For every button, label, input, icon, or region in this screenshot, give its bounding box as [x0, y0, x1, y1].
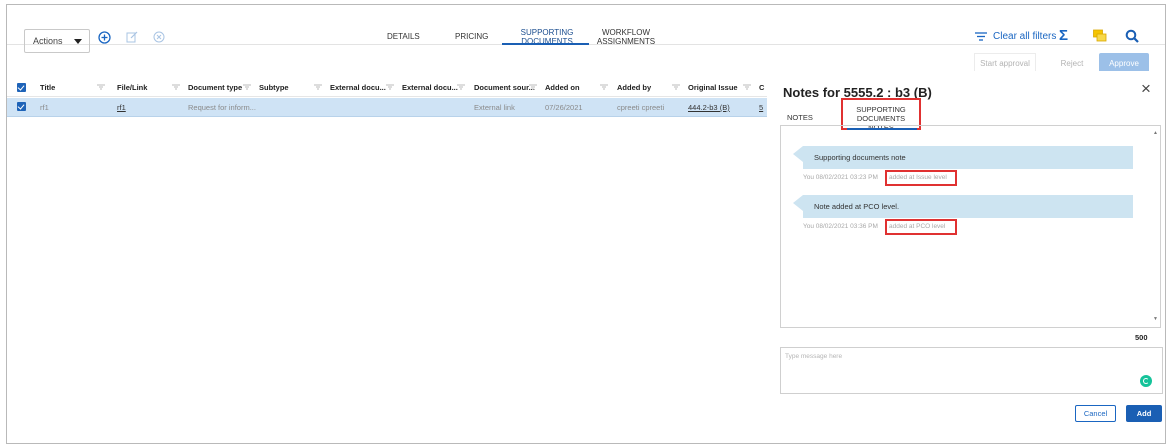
column-header-title[interactable]: Title — [40, 83, 55, 92]
filter-icon[interactable] — [97, 83, 105, 92]
note-meta: You 08/02/2021 03:36 PM — [803, 223, 878, 230]
actions-label: Actions — [33, 36, 63, 46]
notes-icon[interactable] — [1093, 29, 1107, 48]
note-bubble: Note added at PCO level. — [793, 195, 1133, 218]
scroll-down-icon[interactable]: ▼ — [1153, 316, 1158, 322]
app-frame: Actions DETAILS PRICING SUPPORTING DOCUM… — [6, 4, 1166, 444]
note-bubble: Supporting documents note — [793, 146, 1133, 169]
grammarly-icon[interactable] — [1140, 375, 1152, 387]
edit-icon[interactable] — [124, 29, 140, 45]
grid-header: Title File/Link Document type Subtype Ex… — [7, 79, 767, 97]
column-header-file-link[interactable]: File/Link — [117, 83, 147, 92]
tab-details[interactable]: DETAILS — [387, 32, 420, 41]
tab-notes[interactable]: NOTES — [787, 113, 813, 122]
clear-all-filters-label: Clear all filters — [993, 31, 1057, 42]
filter-icon[interactable] — [243, 83, 251, 92]
start-approval-button[interactable]: Start approval — [974, 53, 1036, 73]
cell-file-link[interactable]: rf1 — [117, 103, 126, 112]
column-header-document-type[interactable]: Document type — [188, 83, 242, 92]
note-level-highlight: added at PCO level — [885, 219, 957, 235]
cell-added-on: 07/26/2021 — [545, 103, 583, 112]
notes-panel: Notes for 5555.2 : b3 (B) × NOTES SUPPOR… — [769, 71, 1165, 443]
column-header-original-issue[interactable]: Original Issue — [688, 83, 738, 92]
cell-added-by: cpreeti cpreeti — [617, 103, 665, 112]
message-input[interactable]: Type message here — [780, 347, 1163, 394]
column-header-c[interactable]: C — [759, 83, 764, 92]
actions-dropdown[interactable]: Actions — [24, 29, 90, 53]
column-header-subtype[interactable]: Subtype — [259, 83, 289, 92]
tab-workflow-assignments[interactable]: WORKFLOW ASSIGNMENTS — [591, 28, 661, 46]
tab-pricing[interactable]: PRICING — [455, 32, 488, 41]
column-header-added-on[interactable]: Added on — [545, 83, 580, 92]
add-button[interactable]: Add — [1126, 405, 1162, 422]
scroll-up-icon[interactable]: ▲ — [1153, 130, 1158, 136]
row-checkbox[interactable] — [17, 102, 26, 111]
column-header-external-doc-1[interactable]: External docu... — [330, 83, 386, 92]
filter-icon[interactable] — [529, 83, 537, 92]
sigma-icon[interactable]: Σ — [1059, 27, 1068, 44]
cell-c[interactable]: 5 — [759, 103, 763, 112]
note-level-highlight: added at Issue level — [885, 170, 957, 186]
message-placeholder: Type message here — [785, 353, 843, 360]
cell-original-issue[interactable]: 444.2-b3 (B) — [688, 103, 730, 112]
caret-down-icon — [74, 39, 82, 44]
filter-icon[interactable] — [386, 83, 394, 92]
column-header-document-source[interactable]: Document sour... — [474, 83, 535, 92]
table-row[interactable]: rf1 rf1 Request for inform... External l… — [7, 98, 767, 117]
filter-icon[interactable] — [314, 83, 322, 92]
cell-title: rf1 — [40, 103, 49, 112]
filter-icon[interactable] — [172, 83, 180, 92]
filter-icon[interactable] — [457, 83, 465, 92]
note-meta: You 08/02/2021 03:23 PM — [803, 174, 878, 181]
clear-all-filters-button[interactable]: Clear all filters — [975, 31, 1056, 42]
approve-button[interactable]: Approve — [1099, 53, 1149, 73]
close-icon[interactable]: × — [1141, 79, 1151, 99]
add-circle-icon[interactable] — [96, 29, 112, 45]
column-header-added-by[interactable]: Added by — [617, 83, 651, 92]
cell-document-source: External link — [474, 103, 515, 112]
cancel-button[interactable]: Cancel — [1075, 405, 1116, 422]
filter-icon[interactable] — [743, 83, 751, 92]
filter-lines-icon — [975, 32, 987, 41]
toolbar: Actions DETAILS PRICING SUPPORTING DOCUM… — [7, 5, 1165, 53]
remove-circle-icon[interactable] — [151, 29, 167, 45]
column-header-external-doc-2[interactable]: External docu... — [402, 83, 458, 92]
filter-icon[interactable] — [672, 83, 680, 92]
reject-button[interactable]: Reject — [1052, 53, 1092, 73]
select-all-checkbox[interactable] — [17, 83, 26, 92]
cell-document-type: Request for inform... — [188, 103, 256, 112]
character-counter: 500 — [1135, 333, 1148, 342]
filter-icon[interactable] — [600, 83, 608, 92]
active-tab-indicator — [502, 43, 589, 45]
notes-list[interactable]: ▲ ▼ Supporting documents note You 08/02/… — [780, 125, 1161, 328]
search-icon[interactable] — [1125, 29, 1139, 48]
